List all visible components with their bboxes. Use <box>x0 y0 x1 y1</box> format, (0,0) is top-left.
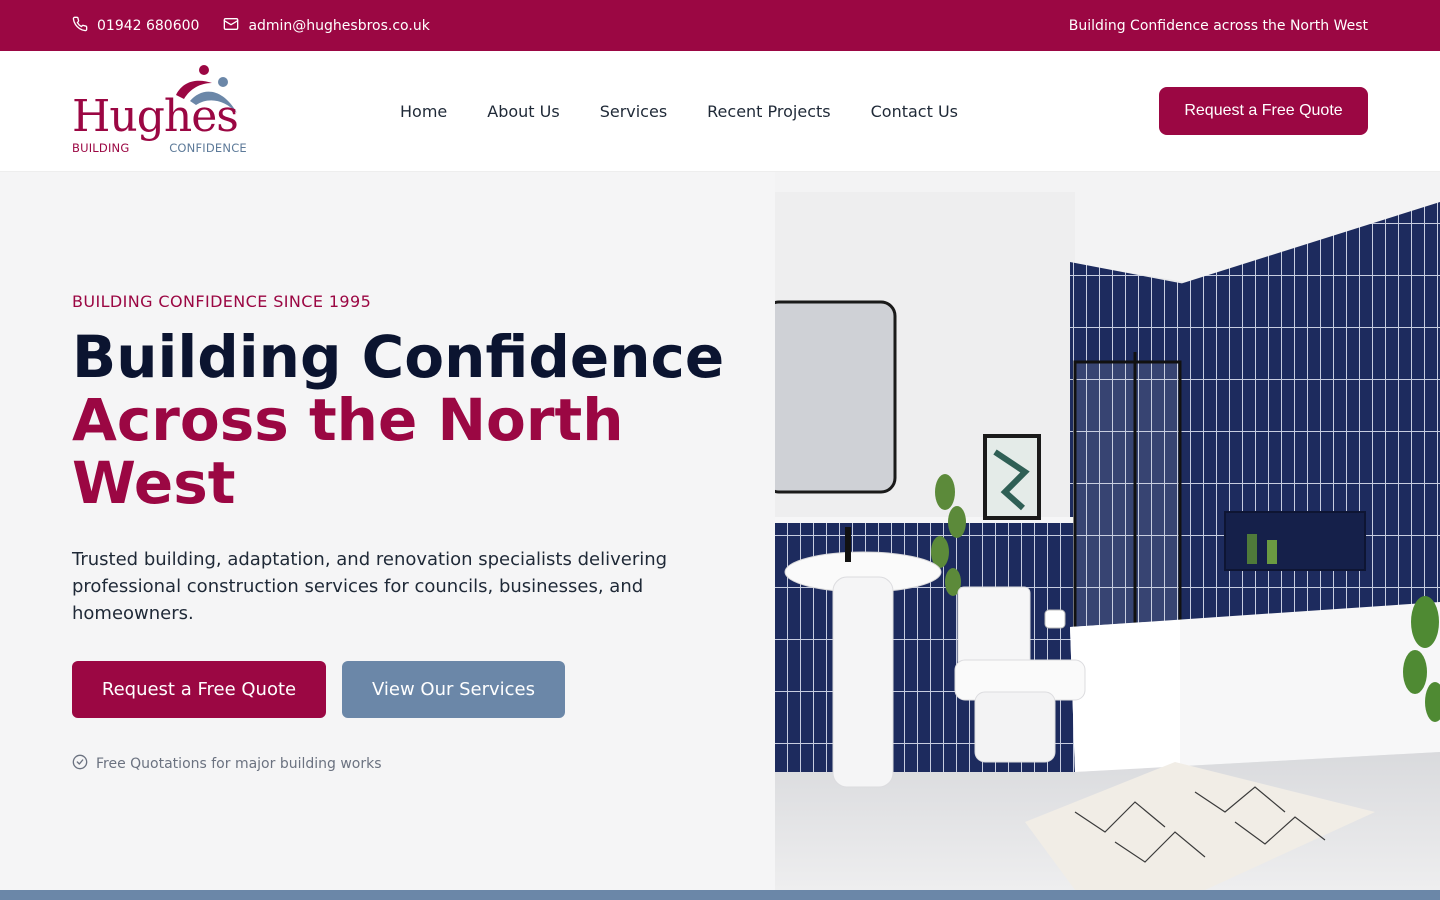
topbar-tagline: Building Confidence across the North Wes… <box>1068 17 1368 34</box>
nav-recent-projects[interactable]: Recent Projects <box>707 102 830 121</box>
bathroom-photo <box>775 172 1440 890</box>
nav-home[interactable]: Home <box>400 102 447 121</box>
hero-eyebrow: BUILDING CONFIDENCE SINCE 1995 <box>72 292 372 311</box>
nav-services[interactable]: Services <box>600 102 667 121</box>
nav-about-us[interactable]: About Us <box>487 102 559 121</box>
free-quote-text: Free Quotations for major building works <box>96 756 382 772</box>
request-quote-button[interactable]: Request a Free Quote <box>72 661 326 718</box>
view-services-button[interactable]: View Our Services <box>342 661 565 718</box>
email-link[interactable]: admin@hughesbros.co.uk <box>223 16 430 36</box>
section-divider <box>0 890 1440 900</box>
logo-sub-right: CONFIDENCE <box>169 141 247 155</box>
top-bar: 01942 680600 admin@hughesbros.co.uk Buil… <box>0 0 1440 51</box>
hero-content: BUILDING CONFIDENCE SINCE 1995 Building … <box>0 172 775 890</box>
check-circle-icon <box>72 754 88 774</box>
logo-subtitle: BUILDING CONFIDENCE <box>72 141 247 155</box>
email-address: admin@hughesbros.co.uk <box>248 17 430 34</box>
hero-image <box>775 172 1440 890</box>
phone-number: 01942 680600 <box>97 17 200 34</box>
phone-icon <box>72 16 88 36</box>
mail-icon <box>223 16 239 36</box>
headline-line-2: Across the North West <box>72 386 624 517</box>
contact-info: 01942 680600 admin@hughesbros.co.uk <box>72 16 430 36</box>
hero-description: Trusted building, adaptation, and renova… <box>72 549 668 624</box>
site-header: Hughes BUILDING CONFIDENCE Home About Us… <box>0 51 1440 172</box>
free-quote-note: Free Quotations for major building works <box>72 754 382 774</box>
logo[interactable]: Hughes BUILDING CONFIDENCE <box>72 65 247 157</box>
header-quote-button[interactable]: Request a Free Quote <box>1159 87 1368 135</box>
main-nav: Home About Us Services Recent Projects C… <box>400 51 958 172</box>
hero-headline: Building Confidence Across the North Wes… <box>72 326 752 515</box>
nav-contact-us[interactable]: Contact Us <box>871 102 958 121</box>
logo-wordmark: Hughes <box>72 91 239 142</box>
headline-line-1: Building Confidence <box>72 323 725 391</box>
logo-sub-left: BUILDING <box>72 141 130 155</box>
phone-link[interactable]: 01942 680600 <box>72 16 199 36</box>
